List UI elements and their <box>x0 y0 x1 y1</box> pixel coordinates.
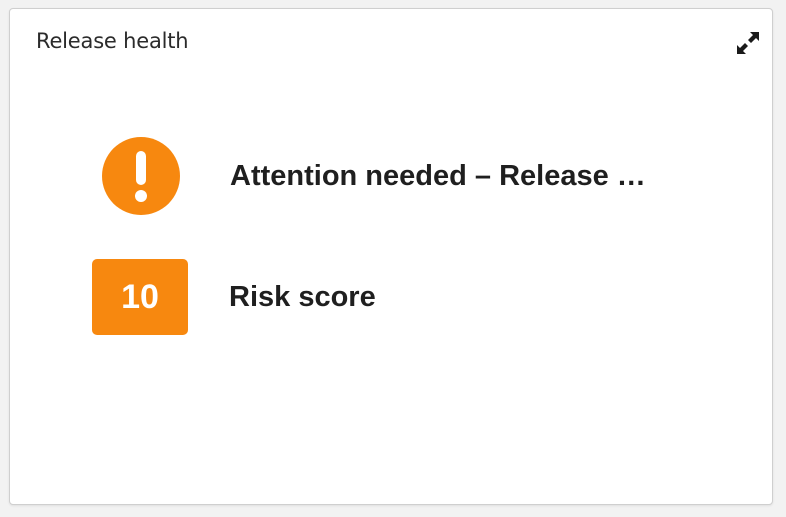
risk-score-label: Risk score <box>229 280 376 313</box>
risk-score-badge: 10 <box>92 259 188 335</box>
risk-row: 10 Risk score <box>92 259 376 335</box>
status-row: Attention needed – Release … <box>92 137 646 215</box>
expand-icon[interactable] <box>734 29 762 57</box>
status-message[interactable]: Attention needed – Release … <box>230 160 646 193</box>
exclamation-icon <box>102 137 180 215</box>
release-health-card: Release health Attention needed – Releas… <box>9 8 773 505</box>
card-title: Release health <box>36 29 189 53</box>
